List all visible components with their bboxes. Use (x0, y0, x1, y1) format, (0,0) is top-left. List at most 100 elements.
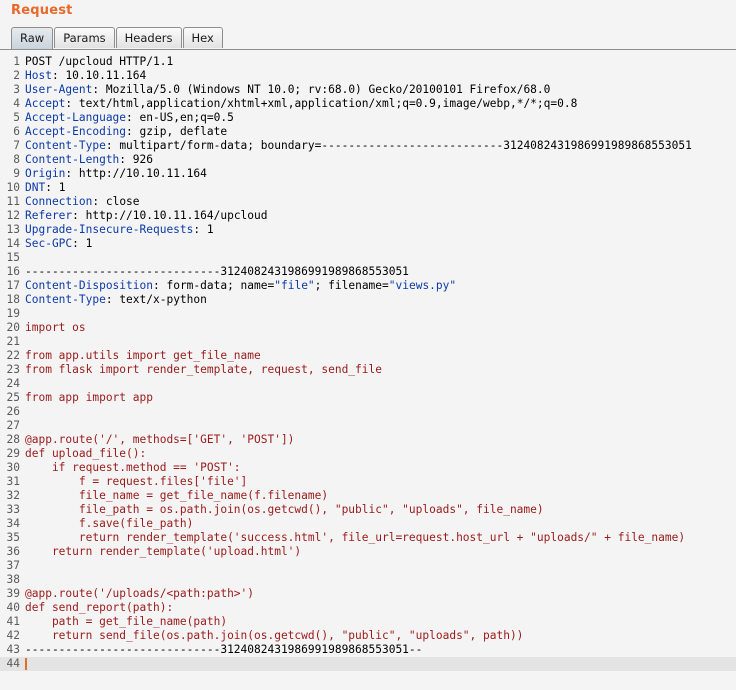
line-number: 18 (6, 293, 20, 306)
editor-line: 13 Upgrade-Insecure-Requests: 1 (0, 223, 736, 237)
header-name: Accept-Language (25, 111, 127, 124)
part-header-name: Content-Type (25, 293, 106, 306)
line-number: 30 (6, 461, 20, 474)
editor-line: 36 return render_template('upload.html') (0, 545, 736, 559)
line-number: 24 (6, 377, 20, 390)
panel-title: Request (11, 3, 73, 18)
code-line: @app.route('/uploads/<path:path>') (25, 587, 255, 600)
editor-line: 11 Connection: close (0, 195, 736, 209)
line-number: 42 (6, 629, 20, 642)
tab-raw[interactable]: Raw (11, 27, 54, 49)
line-number: 22 (6, 349, 20, 362)
header-value: 1 (206, 223, 214, 236)
editor-line: 38 (0, 573, 736, 587)
editor-line: 3 User-Agent: Mozilla/5.0 (Windows NT 10.… (0, 83, 736, 97)
line-number: 14 (6, 237, 20, 250)
line-number: 6 (13, 125, 20, 138)
line-number: 15 (6, 251, 20, 264)
editor-line: 10 DNT: 1 (0, 181, 736, 195)
editor-line: 12 Referer: http://10.10.11.164/upcloud (0, 209, 736, 223)
header-name: Content-Type (25, 139, 106, 152)
line-number: 44 (6, 657, 20, 670)
line-number: 4 (13, 97, 20, 110)
line-number: 2 (13, 69, 20, 82)
header-value: gzip, deflate (139, 125, 228, 138)
code-line: from app.utils import get_file_name (25, 349, 261, 362)
line-number: 27 (6, 419, 20, 432)
line-number: 19 (6, 307, 20, 320)
editor-line: 29 def upload_file(): (0, 447, 736, 461)
header-name: Upgrade-Insecure-Requests (25, 223, 194, 236)
tab-params[interactable]: Params (54, 27, 115, 48)
editor-line: 28 @app.route('/', methods=['GET', 'POST'… (0, 433, 736, 447)
header-name: Host (25, 69, 52, 82)
tab-headers[interactable]: Headers (115, 27, 182, 48)
line-number: 9 (13, 167, 20, 180)
part-header-name: Content-Disposition (25, 279, 153, 292)
line-number: 25 (6, 391, 20, 404)
code-line: if request.method == 'POST': (25, 461, 241, 474)
header-name: User-Agent (25, 83, 93, 96)
editor-line: 31 f = request.files['file'] (0, 475, 736, 489)
line-number: 38 (6, 573, 20, 586)
header-value: multipart/form-data; boundary=----------… (119, 139, 692, 152)
line-number: 34 (6, 517, 20, 530)
editor-line: 7 Content-Type: multipart/form-data; boun… (0, 139, 736, 153)
line-number: 20 (6, 321, 20, 334)
line-number: 37 (6, 559, 20, 572)
line-number: 11 (6, 195, 20, 208)
editor-line: 23 from flask import render_template, req… (0, 363, 736, 377)
line-number: 7 (13, 139, 20, 152)
header-value: text/html,application/xhtml+xml,applicat… (78, 97, 578, 110)
part-filename: "views.py" (388, 279, 457, 292)
line-number: 39 (6, 587, 20, 600)
editor-line: 27 (0, 419, 736, 433)
line-number: 5 (13, 111, 20, 124)
line-number: 12 (6, 209, 20, 222)
code-line: file_path = os.path.join(os.getcwd(), "p… (25, 503, 544, 516)
editor-line: 18 Content-Type: text/x-python (0, 293, 736, 307)
code-line: file_name = get_file_name(f.filename) (25, 489, 329, 502)
code-line: f = request.files['file'] (25, 475, 248, 488)
editor-line: 14 Sec-GPC: 1 (0, 237, 736, 251)
text-caret (25, 658, 27, 670)
line-number: 35 (6, 531, 20, 544)
editor-line-current[interactable]: 44 (0, 657, 736, 671)
editor-line: 4 Accept: text/html,application/xhtml+xml… (0, 97, 736, 111)
tab-hex[interactable]: Hex (182, 27, 223, 48)
header-value: 10.10.11.164 (65, 69, 147, 82)
header-name: Content-Length (25, 153, 120, 166)
editor-line: 22 from app.utils import get_file_name (0, 349, 736, 363)
code-line: from flask import render_template, reque… (25, 363, 382, 376)
line-number: 40 (6, 601, 20, 614)
header-name: Sec-GPC (25, 237, 73, 250)
closing-boundary: -----------------------------31240824319… (25, 643, 423, 656)
line-number: 13 (6, 223, 20, 236)
editor-line: 43 -----------------------------312408243… (0, 643, 736, 657)
editor-line: 9 Origin: http://10.10.11.164 (0, 167, 736, 181)
line-number: 16 (6, 265, 20, 278)
line-number: 28 (6, 433, 20, 446)
line-number: 3 (13, 83, 20, 96)
editor-line: 5 Accept-Language: en-US,en;q=0.5 (0, 111, 736, 125)
code-line: def upload_file(): (25, 447, 147, 460)
line-number: 10 (6, 181, 20, 194)
editor-line: 17 Content-Disposition: form-data; name="… (0, 279, 736, 293)
header-value: 1 (85, 237, 93, 250)
line-number: 8 (13, 153, 20, 166)
line-number: 32 (6, 489, 20, 502)
line-number: 23 (6, 363, 20, 376)
header-name: Origin (25, 167, 66, 180)
line-number: 29 (6, 447, 20, 460)
code-line: def send_report(path): (25, 601, 174, 614)
editor-line: 19 (0, 307, 736, 321)
header-value: 1 (58, 181, 66, 194)
code-line: return render_template('upload.html') (25, 545, 302, 558)
code-line: @app.route('/', methods=['GET', 'POST']) (25, 433, 295, 446)
line-number: 36 (6, 545, 20, 558)
editor-line: 42 return send_file(os.path.join(os.getc… (0, 629, 736, 643)
editor-line: 35 return render_template('success.html'… (0, 531, 736, 545)
header-name: Accept-Encoding (25, 125, 127, 138)
request-editor[interactable]: 1 POST /upcloud HTTP/1.1 2 Host: 10.10.11.… (0, 49, 736, 690)
editor-line: 20 import os (0, 321, 736, 335)
